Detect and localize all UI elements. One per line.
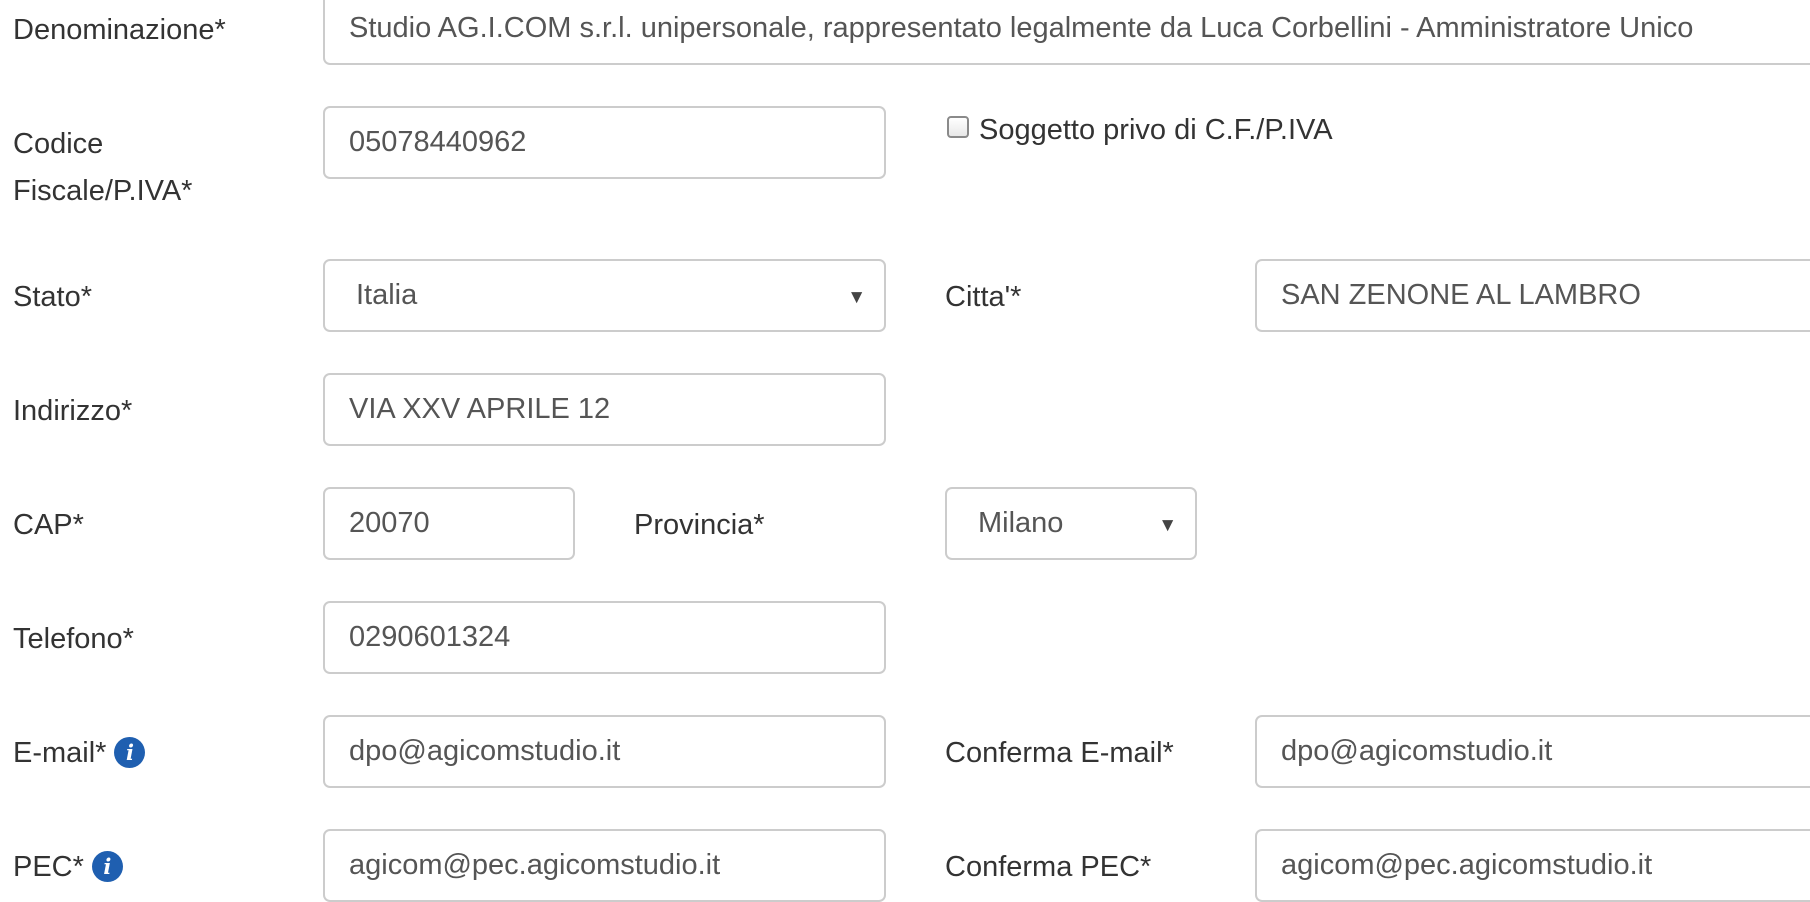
info-icon[interactable]: i: [114, 737, 146, 769]
denominazione-input[interactable]: Studio AG.I.COM s.r.l. unipersonale, rap…: [323, 0, 1810, 65]
citta-label: Citta'*: [945, 281, 1022, 313]
no-cf-checkbox[interactable]: [947, 116, 969, 138]
denominazione-label: Denominazione*: [13, 14, 226, 46]
no-cf-checkbox-label[interactable]: Soggetto privo di C.F./P.IVA: [979, 107, 1333, 153]
pec-label-row: PEC* i: [13, 844, 123, 890]
provincia-select[interactable]: Milano ▼: [945, 487, 1197, 560]
telefono-input[interactable]: 0290601324: [323, 601, 886, 674]
cap-input[interactable]: 20070: [323, 487, 575, 560]
pec-input[interactable]: agicom@pec.agicomstudio.it: [323, 829, 886, 902]
info-icon[interactable]: i: [91, 851, 123, 883]
provincia-select-value: Milano: [978, 507, 1064, 539]
email-input[interactable]: dpo@agicomstudio.it: [323, 715, 886, 788]
citta-input[interactable]: SAN ZENONE AL LAMBRO: [1255, 259, 1810, 332]
email-label: E-mail*: [13, 737, 107, 769]
cap-label: CAP*: [13, 509, 84, 541]
telefono-label: Telefono*: [13, 623, 134, 655]
pec-label: PEC*: [13, 851, 84, 883]
caret-down-icon: ▼: [1158, 515, 1177, 536]
conferma-email-label: Conferma E-mail*: [945, 737, 1174, 769]
email-label-row: E-mail* i: [13, 730, 146, 776]
indirizzo-input[interactable]: VIA XXV APRILE 12: [323, 373, 886, 446]
conferma-email-input[interactable]: dpo@agicomstudio.it: [1255, 715, 1810, 788]
stato-select[interactable]: Italia ▼: [323, 259, 886, 332]
conferma-pec-label: Conferma PEC*: [945, 851, 1152, 883]
indirizzo-label: Indirizzo*: [13, 395, 133, 427]
codice-fiscale-input[interactable]: 05078440962: [323, 106, 886, 179]
codice-fiscale-label-line2: Fiscale/P.IVA*: [13, 175, 193, 207]
caret-down-icon: ▼: [847, 287, 866, 308]
stato-select-value: Italia: [356, 279, 418, 311]
stato-label: Stato*: [13, 281, 92, 313]
provincia-label: Provincia*: [634, 509, 765, 541]
codice-fiscale-label-line1: Codice: [13, 128, 104, 160]
conferma-pec-input[interactable]: agicom@pec.agicomstudio.it: [1255, 829, 1810, 902]
